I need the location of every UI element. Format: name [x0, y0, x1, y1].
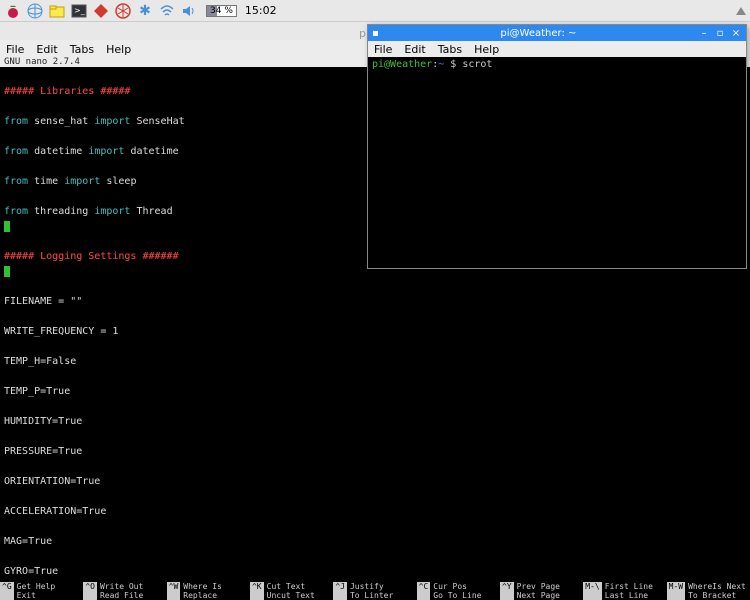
nano-version: GNU nano 2.7.4 — [4, 57, 80, 67]
kw: from — [4, 146, 28, 157]
code-line: MAG=True — [4, 536, 52, 547]
terminal-menubar: File Edit Tabs Help — [368, 41, 746, 57]
shortcut-label: Read File — [100, 591, 143, 600]
kw: from — [4, 176, 28, 187]
txt: $ — [444, 59, 462, 70]
shortcut-key: M-W — [667, 582, 685, 600]
cursor — [4, 221, 10, 232]
txt: time — [28, 176, 64, 187]
tray-expand-icon[interactable] — [736, 7, 746, 15]
terminal-body[interactable]: pi@Weather:~ $ scrot — [368, 57, 746, 268]
taskbar: >_ ✱ 34 % 15:02 — [0, 0, 750, 22]
file-manager-icon[interactable] — [48, 2, 66, 20]
shortcut-key: M-\ — [583, 582, 601, 600]
shortcut-key: ^G — [0, 582, 14, 600]
code-line: TEMP_H=False — [4, 356, 76, 367]
txt: threading — [28, 206, 94, 217]
shortcut-label: Last Line — [605, 591, 653, 600]
term-menu-tabs[interactable]: Tabs — [438, 43, 462, 56]
shortcut-label: To Linter — [350, 591, 393, 600]
battery-indicator[interactable]: 34 % — [206, 5, 237, 17]
shortcut-label: Where Is — [183, 582, 222, 591]
shortcut-key: ^K — [250, 582, 264, 600]
mathematica-icon[interactable] — [92, 2, 110, 20]
shortcut-label: First Line — [605, 582, 653, 591]
volume-icon[interactable] — [180, 2, 198, 20]
kw: import — [94, 206, 130, 217]
kw: from — [4, 206, 28, 217]
terminal-titlebar[interactable]: ▪ pi@Weather: ~ – ▫ × — [368, 25, 746, 41]
cursor — [4, 266, 10, 277]
terminal-icon: ▪ — [372, 28, 379, 39]
shortcut-key: ^W — [167, 582, 181, 600]
shortcut-label: WhereIs Next — [688, 582, 746, 591]
code-line: WRITE_FREQUENCY = 1 — [4, 326, 118, 337]
shortcut-label: Next Page — [517, 591, 560, 600]
terminal-title: pi@Weather: ~ — [383, 28, 694, 39]
prompt-host: pi@Weather — [372, 59, 432, 70]
shortcut-label: Prev Page — [517, 582, 560, 591]
shortcut-label: Exit — [17, 591, 56, 600]
close-button[interactable]: × — [730, 28, 742, 39]
shortcut-key: ^J — [333, 582, 347, 600]
raspberry-menu-icon[interactable] — [4, 2, 22, 20]
clock[interactable]: 15:02 — [245, 4, 277, 17]
shortcut-label: Cur Pos — [433, 582, 481, 591]
shortcut-label: To Bracket — [688, 591, 746, 600]
nano-shortcuts: ^GGet HelpExit ^OWrite OutRead File ^WWh… — [0, 582, 750, 600]
code-line: PRESSURE=True — [4, 446, 82, 457]
shortcut-label: Get Help — [17, 582, 56, 591]
txt: sleep — [100, 176, 136, 187]
txt: sense_hat — [28, 116, 94, 127]
bg-menu-edit[interactable]: Edit — [36, 43, 57, 56]
txt: datetime — [28, 146, 88, 157]
bg-menu-tabs[interactable]: Tabs — [70, 43, 94, 56]
txt: datetime — [124, 146, 178, 157]
txt: Thread — [130, 206, 172, 217]
term-menu-edit[interactable]: Edit — [404, 43, 425, 56]
section-header: ##### Logging Settings ###### — [4, 251, 179, 262]
minimize-button[interactable]: – — [698, 28, 710, 39]
shortcut-label: Go To Line — [433, 591, 481, 600]
web-browser-icon[interactable] — [26, 2, 44, 20]
wolfram-icon[interactable] — [114, 2, 132, 20]
shortcut-label: Uncut Text — [267, 591, 315, 600]
kw: import — [64, 176, 100, 187]
maximize-button[interactable]: ▫ — [714, 28, 726, 39]
bg-menu-file[interactable]: File — [6, 43, 24, 56]
kw: import — [88, 146, 124, 157]
code-line: FILENAME = "" — [4, 296, 82, 307]
term-menu-help[interactable]: Help — [474, 43, 499, 56]
terminal-icon[interactable]: >_ — [70, 2, 88, 20]
shortcut-label: Justify — [350, 582, 393, 591]
terminal-command: scrot — [462, 59, 492, 70]
kw: import — [94, 116, 130, 127]
section-header: ##### Libraries ##### — [4, 86, 130, 97]
shortcut-label: Replace — [183, 591, 222, 600]
code-line: TEMP_P=True — [4, 386, 70, 397]
shortcut-key: ^Y — [500, 582, 514, 600]
shortcut-label: Write Out — [100, 582, 143, 591]
terminal-window: ▪ pi@Weather: ~ – ▫ × File Edit Tabs Hel… — [367, 24, 747, 269]
bluetooth-icon[interactable]: ✱ — [136, 2, 154, 20]
shortcut-key: ^C — [417, 582, 431, 600]
shortcut-label: Cut Text — [267, 582, 315, 591]
code-line: ORIENTATION=True — [4, 476, 100, 487]
txt: SenseHat — [130, 116, 184, 127]
svg-text:>_: >_ — [74, 6, 86, 15]
bg-menu-help[interactable]: Help — [106, 43, 131, 56]
wifi-icon[interactable] — [158, 2, 176, 20]
kw: from — [4, 116, 28, 127]
code-line: HUMIDITY=True — [4, 416, 82, 427]
shortcut-key: ^O — [83, 582, 97, 600]
code-line: GYRO=True — [4, 566, 58, 577]
term-menu-file[interactable]: File — [374, 43, 392, 56]
code-line: ACCELERATION=True — [4, 506, 106, 517]
